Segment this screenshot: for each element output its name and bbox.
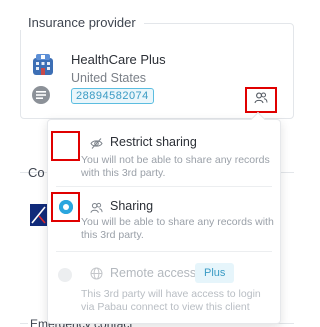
remote-access-radio — [58, 268, 72, 282]
radio-disabled — [58, 268, 72, 282]
remote-access-title: Remote access — [110, 266, 197, 280]
radio-unchecked — [59, 139, 73, 153]
users-icon — [254, 91, 268, 109]
option-divider — [56, 251, 272, 252]
axa-logo-icon — [30, 204, 47, 226]
hospital-icon — [30, 52, 56, 78]
sharing-description: You will be able to share any records wi… — [81, 216, 274, 241]
sharing-title: Sharing — [110, 199, 154, 213]
radio-checked — [58, 200, 73, 214]
globe-icon — [90, 267, 103, 280]
insurance-section-title: Insurance provider — [20, 15, 144, 30]
client-profile-panel: Insurance provider HealthCare Plus Unite… — [0, 0, 312, 327]
provider-country: United States — [71, 71, 147, 85]
users-icon — [90, 201, 103, 214]
sharing-settings-button[interactable] — [245, 87, 277, 113]
sharing-radio[interactable] — [51, 192, 80, 222]
provider-name: HealthCare Plus — [71, 52, 166, 67]
policy-number-badge: 28894582074 — [71, 88, 154, 104]
restrict-sharing-radio[interactable] — [51, 131, 80, 161]
plus-plan-badge[interactable]: Plus — [195, 263, 235, 283]
second-card-title: Co — [28, 165, 45, 180]
note-icon[interactable] — [32, 86, 50, 104]
remote-access-description: This 3rd party will have access to login… — [81, 288, 261, 313]
restrict-sharing-description: You will not be able to share any record… — [81, 154, 270, 179]
option-divider — [56, 186, 272, 187]
sharing-options-popover: Restrict sharing You will not be able to… — [47, 111, 281, 324]
restrict-sharing-title: Restrict sharing — [110, 135, 197, 149]
eye-off-icon — [90, 137, 103, 150]
